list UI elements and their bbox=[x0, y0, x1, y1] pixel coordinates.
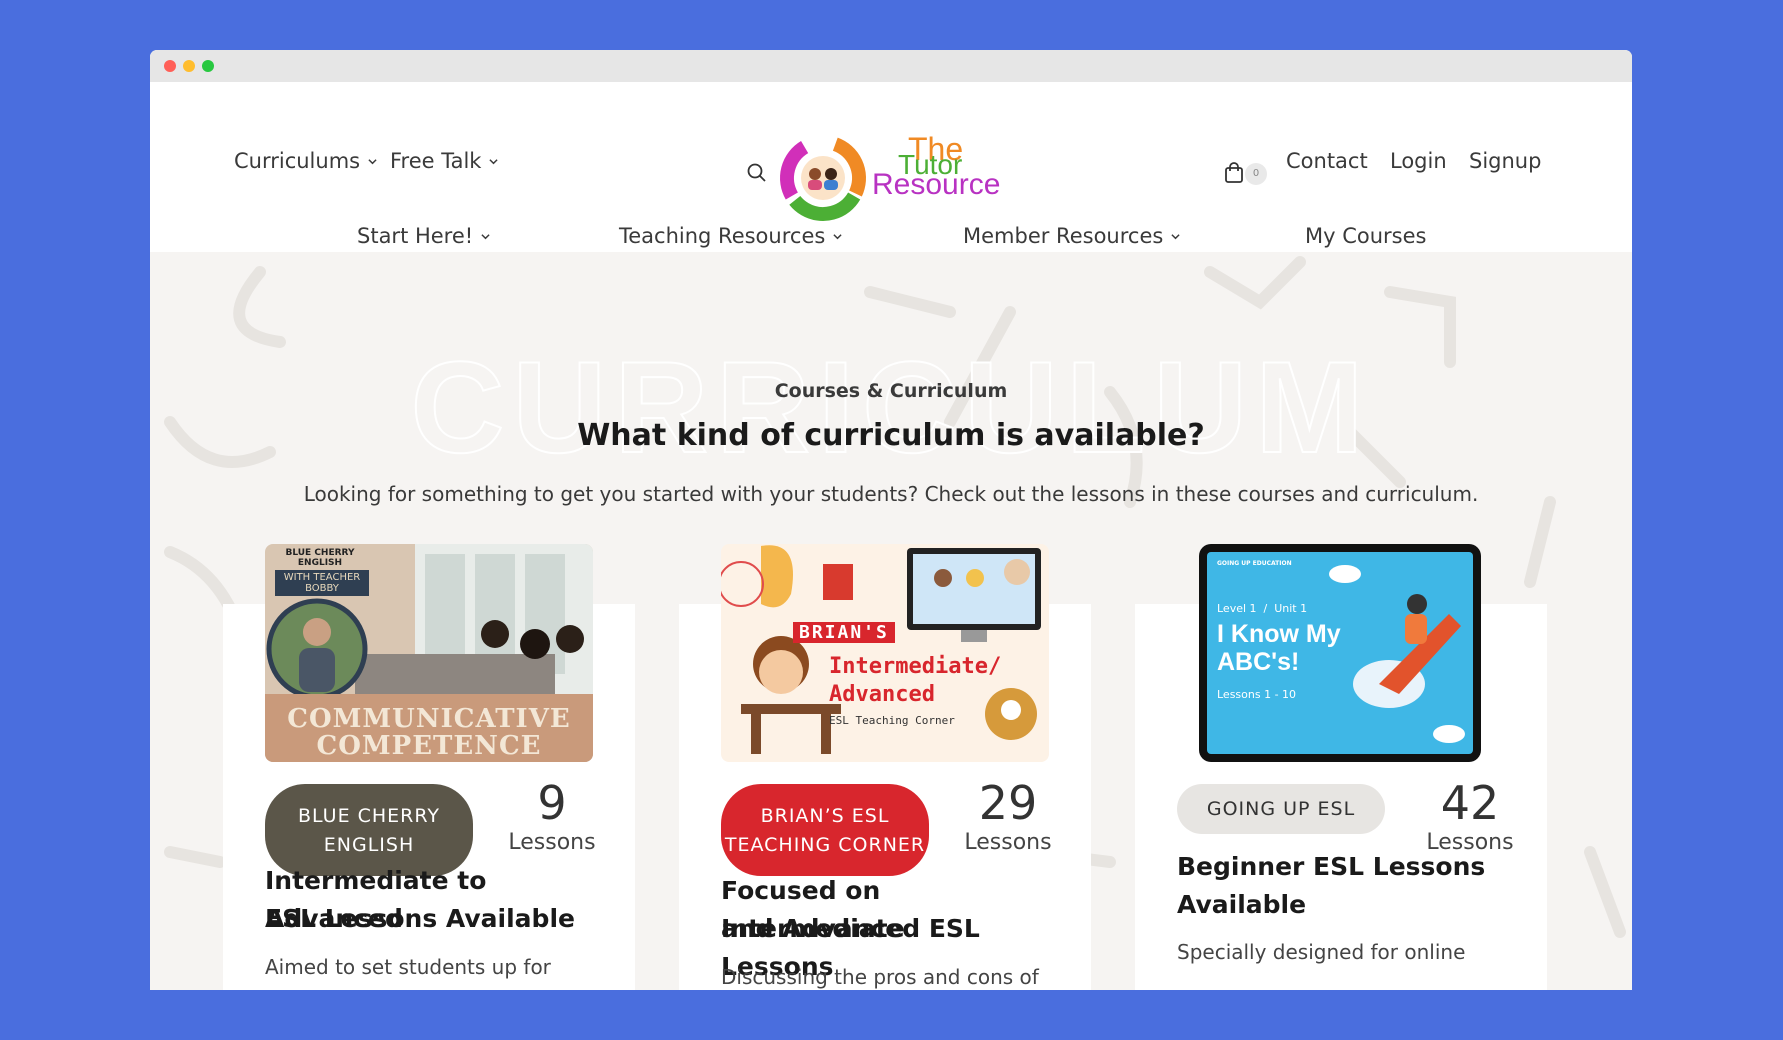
section-heading: What kind of curriculum is available? bbox=[577, 418, 1205, 453]
nav-contact[interactable]: Contact bbox=[1286, 149, 1368, 173]
course-thumbnail-art bbox=[721, 544, 1049, 762]
provider-badge-line2: TEACHING CORNER bbox=[724, 834, 926, 856]
logo-wordmark: The Tutor Resource bbox=[872, 133, 1001, 201]
provider-badge-line2: ENGLISH bbox=[323, 834, 415, 856]
minimize-window-button[interactable] bbox=[183, 60, 195, 72]
provider-badge[interactable]: GOING UP ESL bbox=[1177, 784, 1385, 834]
nav-member-resources-label: Member Resources bbox=[963, 224, 1164, 248]
cart-button[interactable]: 0 bbox=[1223, 161, 1273, 187]
lesson-count: 9 bbox=[537, 776, 567, 830]
thumbnail-line1: I Know My bbox=[1217, 620, 1341, 648]
site-header: Curriculums Free Talk The Tutor Resource… bbox=[150, 82, 1632, 252]
section-watermark: CURRICULUM bbox=[410, 333, 1372, 481]
thumbnail-ribbon: WITH TEACHER BOBBY bbox=[275, 570, 369, 596]
logo-word-resource: Resource bbox=[872, 168, 1001, 201]
lesson-count-label: Lessons bbox=[964, 830, 1052, 855]
thumbnail-line3: ESL Teaching Corner bbox=[829, 714, 955, 727]
course-thumbnail[interactable]: GOING UP EDUCATION Level 1 / Unit 1 I Kn… bbox=[1199, 544, 1481, 762]
course-card-blue-cherry[interactable]: BLUE CHERRY ENGLISH WITH TEACHER BOBBY C… bbox=[223, 544, 635, 990]
course-card-going-up[interactable]: GOING UP EDUCATION Level 1 / Unit 1 I Kn… bbox=[1135, 544, 1547, 990]
close-window-button[interactable] bbox=[164, 60, 176, 72]
search-icon[interactable] bbox=[746, 162, 768, 184]
chevron-down-icon bbox=[1171, 233, 1180, 239]
thumbnail-brand: BLUE CHERRY ENGLISH bbox=[285, 548, 355, 568]
course-thumbnail[interactable]: BRIAN'S Intermediate/ Advanced ESL Teach… bbox=[721, 544, 1049, 762]
chevron-down-icon bbox=[833, 233, 842, 239]
cart-count-badge: 0 bbox=[1245, 163, 1267, 185]
course-description: Specially designed for online bbox=[1177, 940, 1466, 964]
nav-login-label: Login bbox=[1390, 149, 1447, 173]
lesson-count: 42 bbox=[1440, 776, 1500, 830]
maximize-window-button[interactable] bbox=[202, 60, 214, 72]
curriculum-section: CURRICULUM Courses & Curriculum What kin… bbox=[150, 252, 1632, 990]
course-title-line2[interactable]: Available bbox=[1177, 886, 1517, 924]
lesson-count: 29 bbox=[978, 776, 1038, 830]
provider-badge-line1: BLUE CHERRY bbox=[298, 805, 440, 827]
nav-member-resources[interactable]: Member Resources bbox=[963, 224, 1180, 248]
logo-emblem bbox=[780, 135, 866, 221]
nav-my-courses[interactable]: My Courses bbox=[1305, 224, 1426, 248]
nav-curriculums-label: Curriculums bbox=[234, 149, 361, 173]
thumbnail-banner-line1: COMMUNICATIVE bbox=[287, 704, 571, 734]
nav-teaching-resources-label: Teaching Resources bbox=[619, 224, 826, 248]
course-description: Aimed to set students up for bbox=[265, 955, 551, 979]
nav-start-here-label: Start Here! bbox=[357, 224, 474, 248]
course-card-brians-esl[interactable]: BRIAN'S Intermediate/ Advanced ESL Teach… bbox=[679, 544, 1091, 990]
section-intro: Looking for something to get you started… bbox=[303, 482, 1479, 506]
nav-login[interactable]: Login bbox=[1390, 149, 1447, 173]
nav-free-talk[interactable]: Free Talk bbox=[390, 149, 499, 173]
chevron-down-icon bbox=[368, 158, 377, 164]
chevron-down-icon bbox=[481, 233, 490, 239]
course-title-line2[interactable]: ESL Lessons Available bbox=[265, 900, 605, 938]
browser-window: Curriculums Free Talk The Tutor Resource… bbox=[150, 50, 1632, 990]
nav-signup-label: Signup bbox=[1469, 149, 1542, 173]
site-logo[interactable]: The Tutor Resource bbox=[777, 132, 1000, 222]
nav-teaching-resources[interactable]: Teaching Resources bbox=[619, 224, 842, 248]
provider-badge-line1: BRIAN’S ESL bbox=[760, 805, 890, 827]
course-thumbnail[interactable]: BLUE CHERRY ENGLISH WITH TEACHER BOBBY C… bbox=[265, 544, 593, 762]
thumbnail-brand: BRIAN'S bbox=[793, 622, 895, 643]
section-eyebrow: Courses & Curriculum bbox=[774, 380, 1008, 402]
window-titlebar bbox=[150, 50, 1632, 82]
lesson-count-label: Lessons bbox=[508, 830, 596, 855]
thumbnail-line2: Advanced bbox=[829, 682, 935, 707]
shopping-bag-icon bbox=[1225, 162, 1243, 183]
nav-my-courses-label: My Courses bbox=[1305, 224, 1427, 248]
course-title-line1[interactable]: Beginner ESL Lessons bbox=[1177, 848, 1517, 886]
chevron-down-icon bbox=[489, 158, 499, 164]
provider-badge[interactable]: BRIAN’S ESL TEACHING CORNER bbox=[721, 784, 929, 876]
nav-curriculums[interactable]: Curriculums bbox=[234, 149, 377, 173]
thumbnail-line1: Intermediate/ bbox=[829, 654, 1002, 679]
thumbnail-line3: Lessons 1 - 10 bbox=[1217, 688, 1297, 701]
thumbnail-line2: ABC's! bbox=[1217, 648, 1300, 676]
course-description: Discussing the pros and cons of bbox=[721, 965, 1039, 989]
thumbnail-brand: GOING UP EDUCATION bbox=[1217, 560, 1292, 567]
nav-free-talk-label: Free Talk bbox=[390, 149, 482, 173]
thumbnail-level: Level 1 / Unit 1 bbox=[1217, 602, 1308, 615]
nav-contact-label: Contact bbox=[1286, 149, 1368, 173]
nav-start-here[interactable]: Start Here! bbox=[357, 224, 490, 248]
thumbnail-banner-line2: COMPETENCE bbox=[316, 731, 542, 761]
nav-signup[interactable]: Signup bbox=[1469, 149, 1541, 173]
